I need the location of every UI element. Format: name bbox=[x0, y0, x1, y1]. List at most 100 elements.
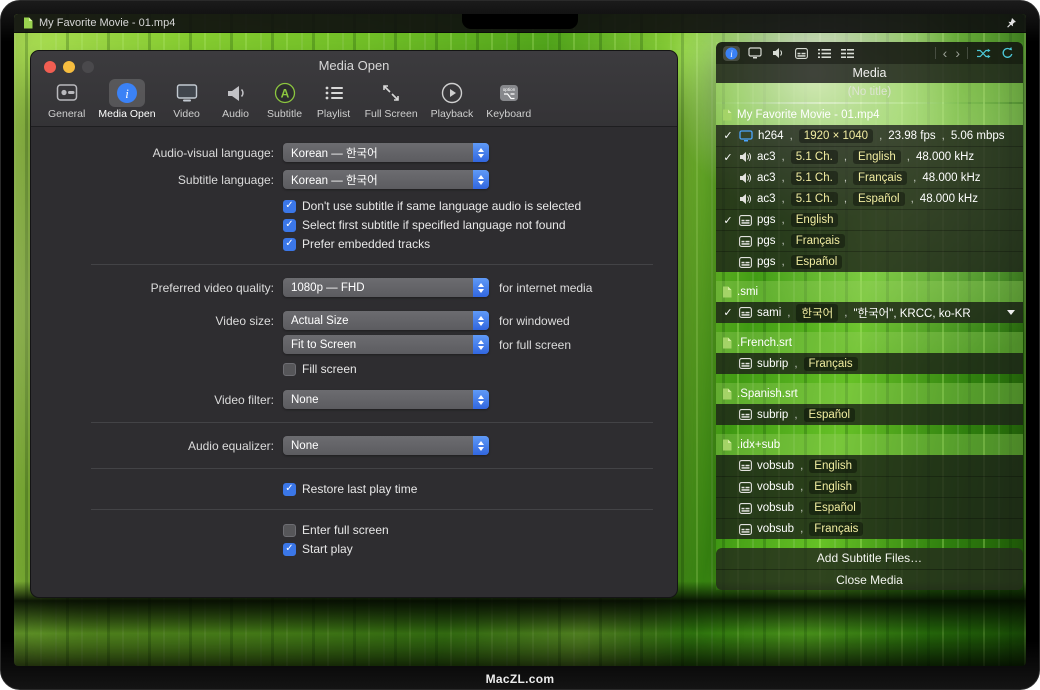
checkbox-restore-last-play-time[interactable]: Restore last play time bbox=[283, 482, 417, 496]
general-icon bbox=[49, 79, 85, 107]
checkbox-start-play[interactable]: Start play bbox=[283, 542, 353, 556]
preferred-video-quality-select[interactable]: 1080p — FHD bbox=[283, 278, 489, 297]
track-text: subrip bbox=[757, 358, 788, 370]
media-list: My Favorite Movie - 01.mp4✓h264,1920 × 1… bbox=[716, 104, 1023, 539]
tab-full-screen[interactable]: Full Screen bbox=[360, 78, 423, 121]
audio-visual-language-select[interactable]: Korean — 한국어 bbox=[283, 143, 489, 162]
tab-playback[interactable]: Playback bbox=[426, 78, 479, 121]
track-text: ac3 bbox=[757, 172, 776, 184]
select-value: Korean — 한국어 bbox=[283, 172, 473, 188]
subtitle-icon bbox=[739, 409, 752, 420]
svg-text:option: option bbox=[502, 87, 515, 92]
media-file-row[interactable]: .Spanish.srt bbox=[716, 383, 1023, 404]
divider bbox=[91, 264, 653, 265]
select-stepper-icon bbox=[473, 335, 489, 354]
select-stepper-icon bbox=[473, 278, 489, 297]
track-text: vobsub bbox=[757, 460, 794, 472]
tab-video[interactable]: Video bbox=[164, 78, 210, 121]
tab-general[interactable]: General bbox=[43, 78, 90, 121]
check-icon: ✓ bbox=[722, 129, 734, 142]
tab-audio[interactable]: Audio bbox=[213, 78, 259, 121]
tab-playlist[interactable]: Playlist bbox=[311, 78, 357, 121]
media-track-row[interactable]: subrip,Español bbox=[716, 404, 1023, 425]
separator: , bbox=[782, 151, 785, 163]
media-track-row[interactable]: ✓sami,한국어,"한국어", KRCC, ko-KR bbox=[716, 302, 1023, 323]
media-track-row[interactable]: ✓h264,1920 × 1040,23.98 fps,5.06 mbps bbox=[716, 125, 1023, 146]
media-title-row[interactable]: (No title) bbox=[716, 83, 1023, 102]
speaker-icon bbox=[739, 172, 752, 184]
checkbox-icon bbox=[283, 238, 296, 251]
media-track-row[interactable]: ac3,5.1 Ch.,Français,48.000 kHz bbox=[716, 167, 1023, 188]
media-track-row[interactable]: pgs,Français bbox=[716, 230, 1023, 251]
media-file-row[interactable]: .smi bbox=[716, 281, 1023, 302]
track-text: vobsub bbox=[757, 481, 794, 493]
field-caption: for internet media bbox=[499, 281, 592, 295]
media-file-row[interactable]: .idx+sub bbox=[716, 434, 1023, 455]
panel-tab-info[interactable]: i bbox=[723, 46, 740, 61]
separator: , bbox=[844, 151, 847, 163]
media-track-row[interactable]: pgs,Español bbox=[716, 251, 1023, 272]
panel-tab-playlist[interactable] bbox=[816, 47, 833, 60]
add-subtitle-files-button[interactable]: Add Subtitle Files… bbox=[716, 548, 1023, 569]
separator: , bbox=[782, 235, 785, 247]
media-file-name: .idx+sub bbox=[737, 439, 780, 451]
media-track-row[interactable]: ✓pgs,English bbox=[716, 209, 1023, 230]
chevron-down-icon[interactable] bbox=[1007, 310, 1015, 315]
select-stepper-icon bbox=[473, 436, 489, 455]
media-track-row[interactable]: vobsub,Español bbox=[716, 497, 1023, 518]
separator: , bbox=[782, 193, 785, 205]
close-button[interactable] bbox=[44, 61, 56, 73]
panel-tab-subtitle[interactable] bbox=[793, 47, 810, 60]
track-text: 5.06 mbps bbox=[951, 130, 1005, 142]
prev-media-button[interactable]: ‹ bbox=[942, 46, 949, 60]
track-text: pgs bbox=[757, 235, 776, 247]
camera-notch bbox=[462, 14, 578, 29]
track-badge: English bbox=[853, 150, 901, 164]
media-track-row[interactable]: ac3,5.1 Ch.,Español,48.000 kHz bbox=[716, 188, 1023, 209]
media-file-row[interactable]: .French.srt bbox=[716, 332, 1023, 353]
media-file-row[interactable]: My Favorite Movie - 01.mp4 bbox=[716, 104, 1023, 125]
video-filter-select[interactable]: None bbox=[283, 390, 489, 409]
track-badge: English bbox=[791, 213, 839, 227]
media-track-row[interactable]: vobsub,English bbox=[716, 455, 1023, 476]
select-stepper-icon bbox=[473, 390, 489, 409]
checkbox-enter-full-screen[interactable]: Enter full screen bbox=[283, 523, 389, 537]
track-text: sami bbox=[757, 307, 781, 319]
panel-title: Media bbox=[716, 64, 1023, 83]
repeat-icon[interactable] bbox=[999, 46, 1016, 60]
media-track-row[interactable]: vobsub,Français bbox=[716, 518, 1023, 539]
panel-tab-properties[interactable] bbox=[839, 47, 856, 60]
media-track-row[interactable]: subrip,Français bbox=[716, 353, 1023, 374]
track-text: vobsub bbox=[757, 502, 794, 514]
checkbox-fill-screen[interactable]: Fill screen bbox=[283, 362, 357, 376]
playlist-icon bbox=[316, 79, 352, 107]
file-icon bbox=[722, 286, 732, 298]
screen: My Favorite Movie - 01.mp4 Media Open Ge… bbox=[14, 14, 1026, 666]
tab-media-open[interactable]: i Media Open bbox=[93, 78, 160, 121]
subtitle-language-select[interactable]: Korean — 한국어 bbox=[283, 170, 489, 189]
minimize-button[interactable] bbox=[63, 61, 75, 73]
checkbox-label: Enter full screen bbox=[302, 523, 389, 537]
tab-keyboard[interactable]: option Keyboard bbox=[481, 78, 536, 121]
brand-label: MacZL.com bbox=[1, 672, 1039, 686]
shuffle-icon[interactable] bbox=[974, 47, 993, 60]
media-file-name: .smi bbox=[737, 286, 758, 298]
panel-tab-video[interactable] bbox=[746, 46, 764, 60]
next-media-button[interactable]: › bbox=[954, 46, 961, 60]
zoom-button[interactable] bbox=[82, 61, 94, 73]
panel-tab-audio[interactable] bbox=[770, 46, 787, 60]
video-size-windowed-select[interactable]: Actual Size bbox=[283, 311, 489, 330]
video-size-fullscreen-select[interactable]: Fit to Screen bbox=[283, 335, 489, 354]
prefs-titlebar[interactable]: Media Open General i Media Open Video bbox=[31, 51, 677, 127]
separator: , bbox=[913, 172, 916, 184]
checkbox-prefer-embedded-tracks[interactable]: Prefer embedded tracks bbox=[283, 237, 430, 251]
close-media-button[interactable]: Close Media bbox=[716, 569, 1023, 590]
audio-equalizer-select[interactable]: None bbox=[283, 436, 489, 455]
checkbox-dont-use-subtitle[interactable]: Don't use subtitle if same language audi… bbox=[283, 199, 581, 213]
checkbox-select-first-subtitle[interactable]: Select first subtitle if specified langu… bbox=[283, 218, 566, 232]
pin-icon[interactable] bbox=[1005, 17, 1017, 29]
media-track-row[interactable]: vobsub,English bbox=[716, 476, 1023, 497]
subtitle-icon bbox=[739, 524, 752, 535]
media-track-row[interactable]: ✓ac3,5.1 Ch.,English,48.000 kHz bbox=[716, 146, 1023, 167]
tab-subtitle[interactable]: A Subtitle bbox=[262, 78, 308, 121]
